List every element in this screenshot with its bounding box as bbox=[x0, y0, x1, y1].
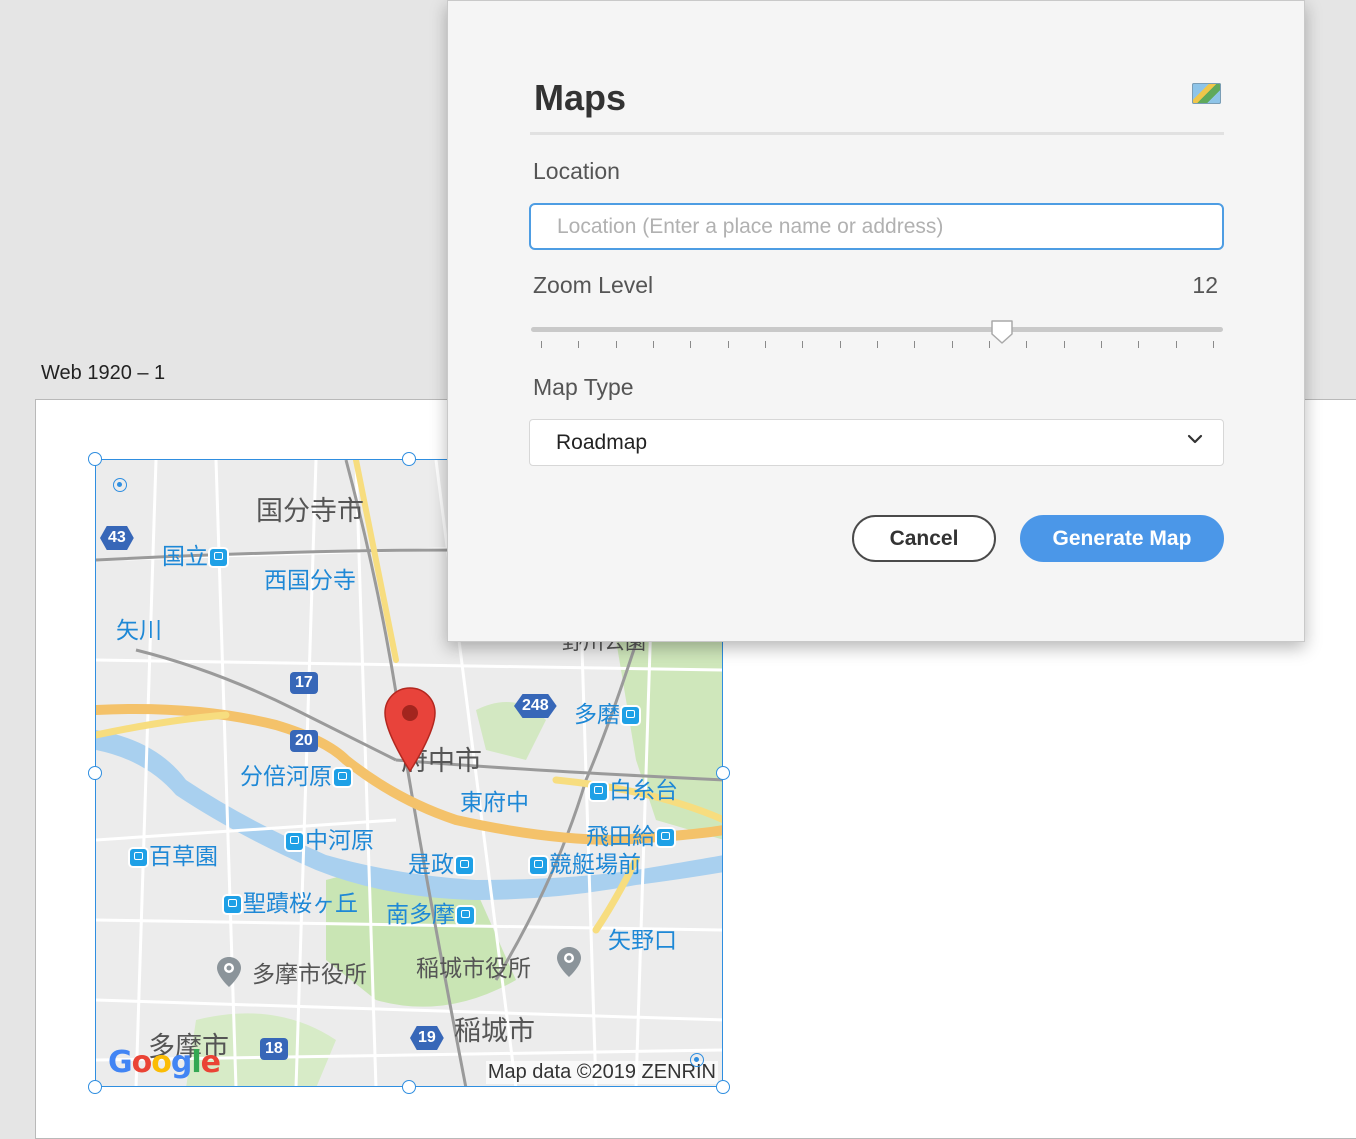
zoom-slider-tick bbox=[541, 341, 542, 348]
map-station: 百草園 bbox=[128, 846, 218, 869]
resize-handle-bottom-left[interactable] bbox=[88, 1080, 102, 1094]
zoom-slider-tick bbox=[1213, 341, 1214, 348]
map-marker-icon bbox=[384, 687, 436, 773]
zoom-slider-tick bbox=[839, 341, 841, 348]
map-station: 西国分寺 bbox=[264, 568, 356, 594]
train-station-icon bbox=[657, 829, 674, 846]
route-shield: 17 bbox=[290, 672, 318, 694]
map-poi: 稲城市役所 bbox=[416, 956, 531, 982]
zoom-slider-tick bbox=[1175, 341, 1177, 348]
train-station-icon bbox=[130, 849, 147, 866]
route-shield: 248 bbox=[514, 694, 557, 718]
train-station-icon bbox=[590, 783, 607, 800]
map-plugin-icon bbox=[1192, 83, 1221, 104]
map-station: 南多摩 bbox=[386, 904, 476, 927]
place-pin-icon bbox=[217, 957, 241, 987]
resize-handle-bottom[interactable] bbox=[402, 1080, 416, 1094]
title-divider bbox=[530, 132, 1224, 135]
map-station: 是政 bbox=[408, 854, 475, 877]
corner-radius-control[interactable] bbox=[113, 478, 127, 492]
train-station-icon bbox=[286, 833, 303, 850]
map-station: 多磨 bbox=[574, 704, 641, 727]
location-input[interactable] bbox=[529, 203, 1224, 250]
artboard-title[interactable]: Web 1920 – 1 bbox=[41, 362, 165, 385]
generate-map-button[interactable]: Generate Map bbox=[1020, 515, 1224, 562]
zoom-slider-tick bbox=[690, 341, 692, 348]
map-station: 分倍河原 bbox=[240, 766, 353, 789]
map-type-selected: Roadmap bbox=[556, 431, 648, 454]
resize-handle-right[interactable] bbox=[716, 766, 730, 780]
train-station-icon bbox=[210, 549, 227, 566]
map-label-city: 稲城市 bbox=[454, 1016, 535, 1047]
route-shield: 43 bbox=[100, 526, 134, 550]
zoom-slider-tick bbox=[615, 341, 617, 348]
zoom-slider-tick bbox=[1138, 341, 1140, 348]
zoom-slider-tick bbox=[765, 341, 766, 348]
place-pin-icon bbox=[557, 947, 581, 977]
train-station-icon bbox=[456, 857, 473, 874]
zoom-slider-tick bbox=[1063, 341, 1065, 348]
map-station: 飛田給 bbox=[586, 826, 676, 849]
corner-radius-control[interactable] bbox=[690, 1053, 704, 1067]
zoom-level-value: 12 bbox=[1192, 272, 1218, 298]
cancel-button[interactable]: Cancel bbox=[852, 515, 996, 562]
map-station: 東府中 bbox=[460, 790, 529, 816]
zoom-slider-tick bbox=[1101, 341, 1102, 348]
zoom-slider-tick bbox=[989, 341, 990, 348]
zoom-slider-tick bbox=[951, 341, 953, 348]
zoom-slider-tick bbox=[578, 341, 580, 348]
map-station: 矢野口 bbox=[608, 928, 677, 954]
map-station: 中河原 bbox=[284, 830, 374, 853]
map-label-city: 国分寺市 bbox=[256, 496, 364, 527]
zoom-slider-tick bbox=[914, 341, 916, 348]
map-station: 国立 bbox=[162, 546, 229, 569]
train-station-icon bbox=[457, 907, 474, 924]
location-label: Location bbox=[533, 158, 620, 184]
chevron-down-icon bbox=[1187, 434, 1203, 444]
train-station-icon bbox=[334, 769, 351, 786]
map-type-select[interactable]: Roadmap bbox=[529, 419, 1224, 466]
route-shield: 19 bbox=[410, 1026, 444, 1050]
google-logo: Google bbox=[108, 1045, 221, 1080]
zoom-slider-tick bbox=[727, 341, 729, 348]
map-station: 矢川 bbox=[116, 618, 162, 644]
map-poi: 多摩市役所 bbox=[252, 962, 367, 988]
resize-handle-top[interactable] bbox=[402, 452, 416, 466]
route-shield: 20 bbox=[290, 730, 318, 752]
zoom-slider-tick bbox=[1026, 341, 1028, 348]
zoom-level-label: Zoom Level bbox=[533, 272, 654, 298]
map-station: 白糸台 bbox=[588, 780, 678, 803]
resize-handle-left[interactable] bbox=[88, 766, 102, 780]
train-station-icon bbox=[622, 707, 639, 724]
map-station: 聖蹟桜ヶ丘 bbox=[222, 893, 358, 916]
resize-handle-bottom-right[interactable] bbox=[716, 1080, 730, 1094]
map-type-label: Map Type bbox=[533, 374, 634, 400]
zoom-slider-tick bbox=[653, 341, 654, 348]
maps-dialog: Maps Location Zoom Level 12 Map Type Roa… bbox=[447, 0, 1305, 642]
zoom-slider-tick bbox=[877, 341, 878, 348]
train-station-icon bbox=[530, 857, 547, 874]
resize-handle-top-left[interactable] bbox=[88, 452, 102, 466]
zoom-slider-tick bbox=[802, 341, 804, 348]
map-attribution: Map data ©2019 ZENRIN bbox=[485, 1061, 718, 1084]
zoom-slider-track[interactable] bbox=[531, 327, 1223, 332]
map-station: 競艇場前 bbox=[528, 854, 641, 877]
route-shield: 18 bbox=[260, 1038, 288, 1060]
dialog-title: Maps bbox=[534, 77, 627, 118]
zoom-slider-ticks bbox=[541, 341, 1214, 348]
train-station-icon bbox=[224, 896, 241, 913]
